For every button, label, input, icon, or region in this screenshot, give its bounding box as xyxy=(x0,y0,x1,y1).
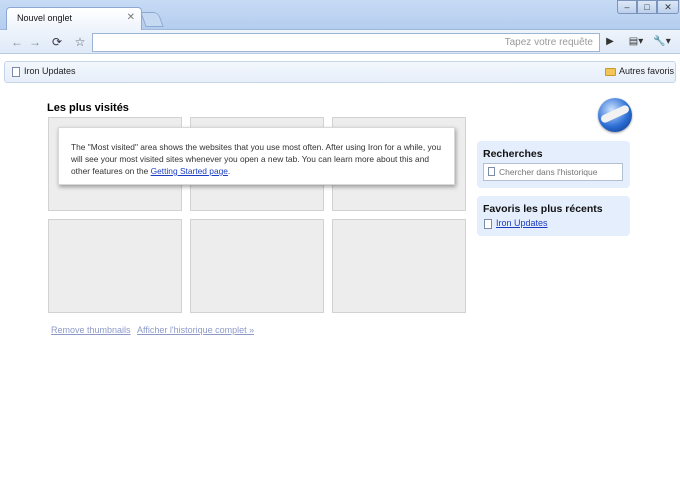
recent-bookmarks-title: Favoris les plus récents xyxy=(483,203,603,215)
close-tab-icon[interactable]: ✕ xyxy=(127,12,135,23)
full-history-link[interactable]: Afficher l'historique complet » xyxy=(137,325,254,335)
wrench-menu-icon[interactable]: 🔧▾ xyxy=(651,33,673,51)
search-page-icon xyxy=(488,167,495,176)
thumbnail-5[interactable] xyxy=(190,219,324,313)
history-search-input[interactable] xyxy=(484,164,622,180)
recent-bookmarks-panel: Favoris les plus récents Iron Updates xyxy=(477,196,630,236)
most-visited-title: Les plus visités xyxy=(47,102,129,114)
title-bar: Nouvel onglet ✕ – □ ✕ xyxy=(0,0,680,30)
history-search-box[interactable] xyxy=(483,163,623,181)
notice-end: . xyxy=(227,166,231,176)
folder-icon xyxy=(605,67,616,76)
getting-started-link[interactable]: Getting Started page xyxy=(151,166,228,176)
reload-icon[interactable]: ⟳ xyxy=(48,33,66,51)
go-play-icon[interactable]: ▶ xyxy=(601,33,619,51)
bookmark-iron-updates[interactable]: Iron Updates xyxy=(12,66,76,77)
address-input[interactable] xyxy=(93,34,599,51)
back-arrow-icon[interactable]: ← xyxy=(8,33,26,51)
recent-bookmark-iron-updates[interactable]: Iron Updates xyxy=(484,218,548,229)
maximize-icon[interactable]: □ xyxy=(637,0,657,14)
thumbnail-6[interactable] xyxy=(332,219,466,313)
bookmarks-bar: Iron Updates Autres favoris xyxy=(4,61,676,83)
remove-thumbnails-link[interactable]: Remove thumbnails xyxy=(51,325,131,335)
page-icon xyxy=(12,66,20,77)
toolbar: ← → ⟳ ☆ ▶ ▤▾ 🔧▾ xyxy=(0,30,680,54)
searches-title: Recherches xyxy=(483,148,543,160)
iron-logo xyxy=(598,98,632,132)
star-bookmark-icon[interactable]: ☆ xyxy=(71,33,89,51)
searches-panel: Recherches xyxy=(477,141,630,188)
new-tab-button[interactable] xyxy=(140,12,164,27)
tab-new-tab[interactable]: Nouvel onglet ✕ xyxy=(6,7,142,30)
tab-title: Nouvel onglet xyxy=(17,13,73,23)
thumbnail-4[interactable] xyxy=(48,219,182,313)
address-bar[interactable] xyxy=(92,33,600,52)
close-window-icon[interactable]: ✕ xyxy=(657,0,679,14)
bookmark-label: Iron Updates xyxy=(24,66,76,76)
page-icon xyxy=(484,218,492,229)
other-bookmarks-button[interactable]: Autres favoris xyxy=(605,66,674,76)
other-bookmarks-label: Autres favoris xyxy=(619,66,675,76)
page-menu-icon[interactable]: ▤▾ xyxy=(625,33,647,51)
notice-text: The "Most visited" area shows the websit… xyxy=(71,142,441,176)
minimize-icon[interactable]: – xyxy=(617,0,637,14)
most-visited-notice: The "Most visited" area shows the websit… xyxy=(58,127,455,185)
recent-bookmark-label: Iron Updates xyxy=(496,218,548,228)
forward-arrow-icon[interactable]: → xyxy=(26,33,44,51)
